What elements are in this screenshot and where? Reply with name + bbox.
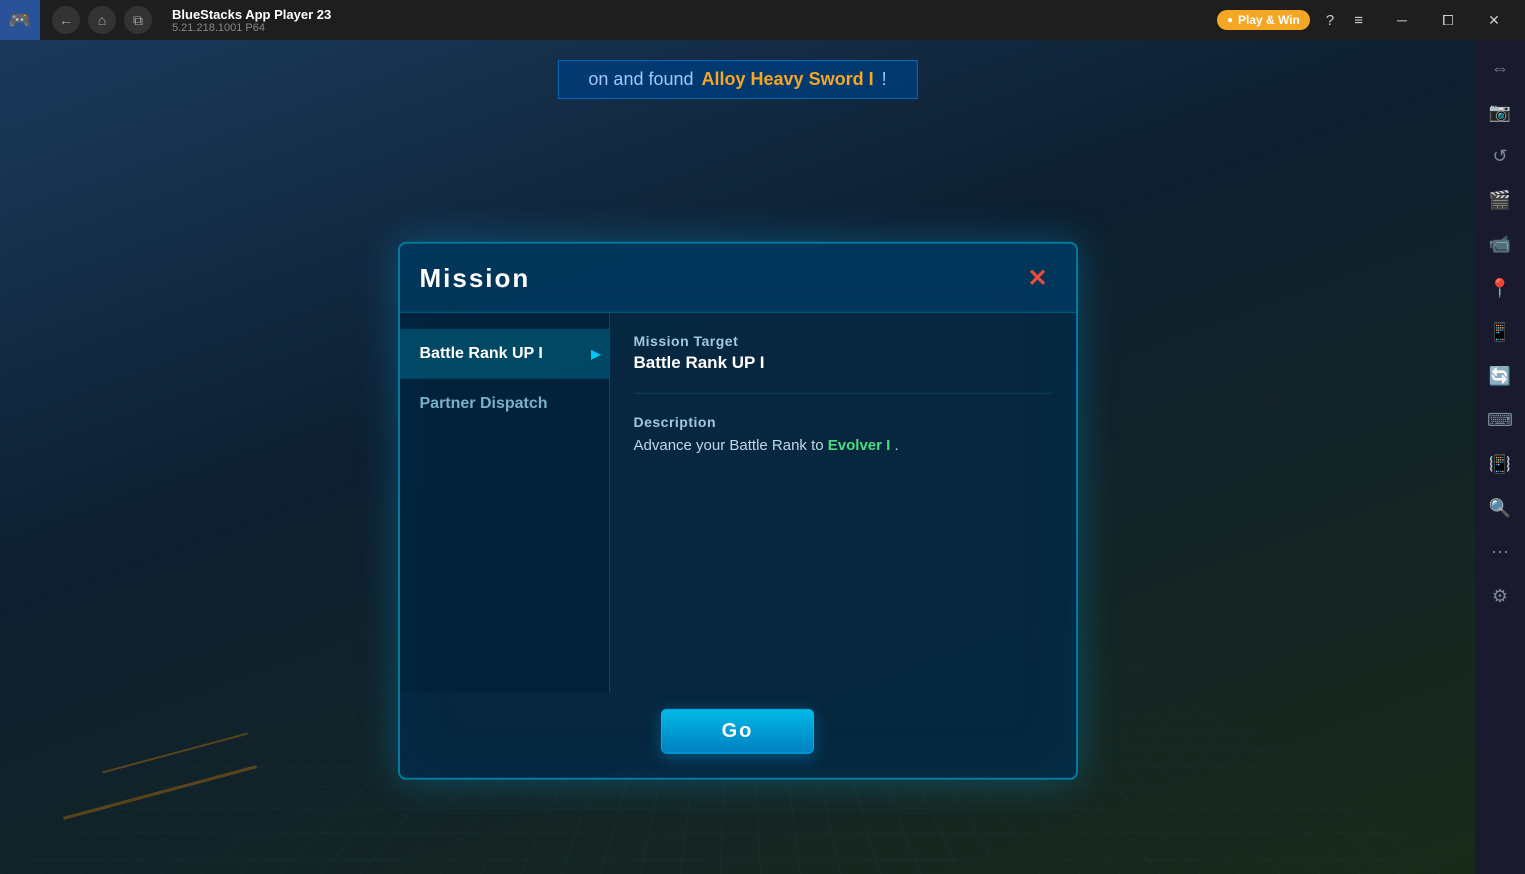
tabs-button[interactable]: ⧉ <box>124 6 152 34</box>
sidebar-expand-icon[interactable]: ⇔ <box>1480 48 1520 88</box>
app-logo: 🎮 <box>0 0 40 40</box>
notification-suffix: ! <box>882 69 887 90</box>
mission-description-label: Description <box>634 414 1052 430</box>
window-controls: ─ ⧠ ✕ <box>1379 0 1517 40</box>
sidebar-phone-icon[interactable]: 📱 <box>1480 312 1520 352</box>
notification-item-name: Alloy Heavy Sword I <box>702 69 874 90</box>
mission-dialog: Mission ✕ Battle Rank UP I Partner Dispa… <box>398 242 1078 780</box>
description-highlight: Evolver I <box>828 437 891 454</box>
sidebar-video-icon[interactable]: 📹 <box>1480 224 1520 264</box>
dialog-footer: Go <box>400 693 1076 778</box>
game-area: on and found Alloy Heavy Sword I ! Missi… <box>0 40 1475 874</box>
restore-button[interactable]: ⧠ <box>1425 0 1471 40</box>
sidebar-more-icon[interactable]: ⋯ <box>1480 532 1520 572</box>
mission-item-partner-dispatch[interactable]: Partner Dispatch <box>400 379 609 429</box>
app-name-area: BlueStacks App Player 23 5.21.218.1001 P… <box>164 7 1217 34</box>
sidebar-shake-icon[interactable]: 📳 <box>1480 444 1520 484</box>
notification-banner: on and found Alloy Heavy Sword I ! <box>557 60 917 99</box>
sidebar-screenshot-icon[interactable]: 📷 <box>1480 92 1520 132</box>
dialog-body: Battle Rank UP I Partner Dispatch Missio… <box>400 313 1076 693</box>
description-text-suffix: . <box>895 437 899 454</box>
minimize-button[interactable]: ─ <box>1379 0 1425 40</box>
mission-detail-panel: Mission Target Battle Rank UP I Descript… <box>610 313 1076 693</box>
menu-button[interactable]: ≡ <box>1350 8 1367 33</box>
titlebar-right-controls: Play & Win ? ≡ ─ ⧠ ✕ <box>1217 0 1525 40</box>
playnwin-badge[interactable]: Play & Win <box>1217 10 1310 30</box>
mission-list-panel: Battle Rank UP I Partner Dispatch <box>400 313 610 693</box>
description-text-prefix: Advance your Battle Rank to <box>634 437 824 454</box>
back-button[interactable]: ← <box>52 6 80 34</box>
dialog-title: Mission <box>420 262 531 293</box>
sidebar-search-icon[interactable]: 🔍 <box>1480 488 1520 528</box>
app-version: 5.21.218.1001 P64 <box>172 22 1217 34</box>
notification-prefix: on and found <box>588 69 693 90</box>
go-button[interactable]: Go <box>661 709 815 754</box>
title-bar: 🎮 ← ⌂ ⧉ BlueStacks App Player 23 5.21.21… <box>0 0 1525 40</box>
sidebar-location-icon[interactable]: 📍 <box>1480 268 1520 308</box>
mission-description-section: Description Advance your Battle Rank to … <box>634 414 1052 478</box>
sidebar-keyboard-icon[interactable]: ⌨ <box>1480 400 1520 440</box>
dialog-header: Mission ✕ <box>400 244 1076 313</box>
titlebar-navigation: ← ⌂ ⧉ <box>40 6 164 34</box>
home-button[interactable]: ⌂ <box>88 6 116 34</box>
mission-target-section: Mission Target Battle Rank UP I <box>634 333 1052 394</box>
sidebar-refresh-icon[interactable]: ↺ <box>1480 136 1520 176</box>
sidebar-camera-icon[interactable]: 🎬 <box>1480 180 1520 220</box>
help-button[interactable]: ? <box>1322 8 1338 33</box>
app-name: BlueStacks App Player 23 <box>172 7 1217 22</box>
close-button[interactable]: ✕ <box>1471 0 1517 40</box>
mission-description-text: Advance your Battle Rank to Evolver I . <box>634 434 1052 458</box>
mission-target-value: Battle Rank UP I <box>634 353 1052 373</box>
mission-item-battle-rank-up[interactable]: Battle Rank UP I <box>400 329 609 379</box>
sidebar-rotate-icon[interactable]: 🔄 <box>1480 356 1520 396</box>
mission-target-label: Mission Target <box>634 333 1052 349</box>
right-sidebar: ⇔ 📷 ↺ 🎬 📹 📍 📱 🔄 ⌨ 📳 🔍 ⋯ ⚙ <box>1475 40 1525 874</box>
logo-icon: 🎮 <box>9 10 31 31</box>
dialog-close-button[interactable]: ✕ <box>1020 260 1056 296</box>
sidebar-settings-icon[interactable]: ⚙ <box>1480 576 1520 616</box>
